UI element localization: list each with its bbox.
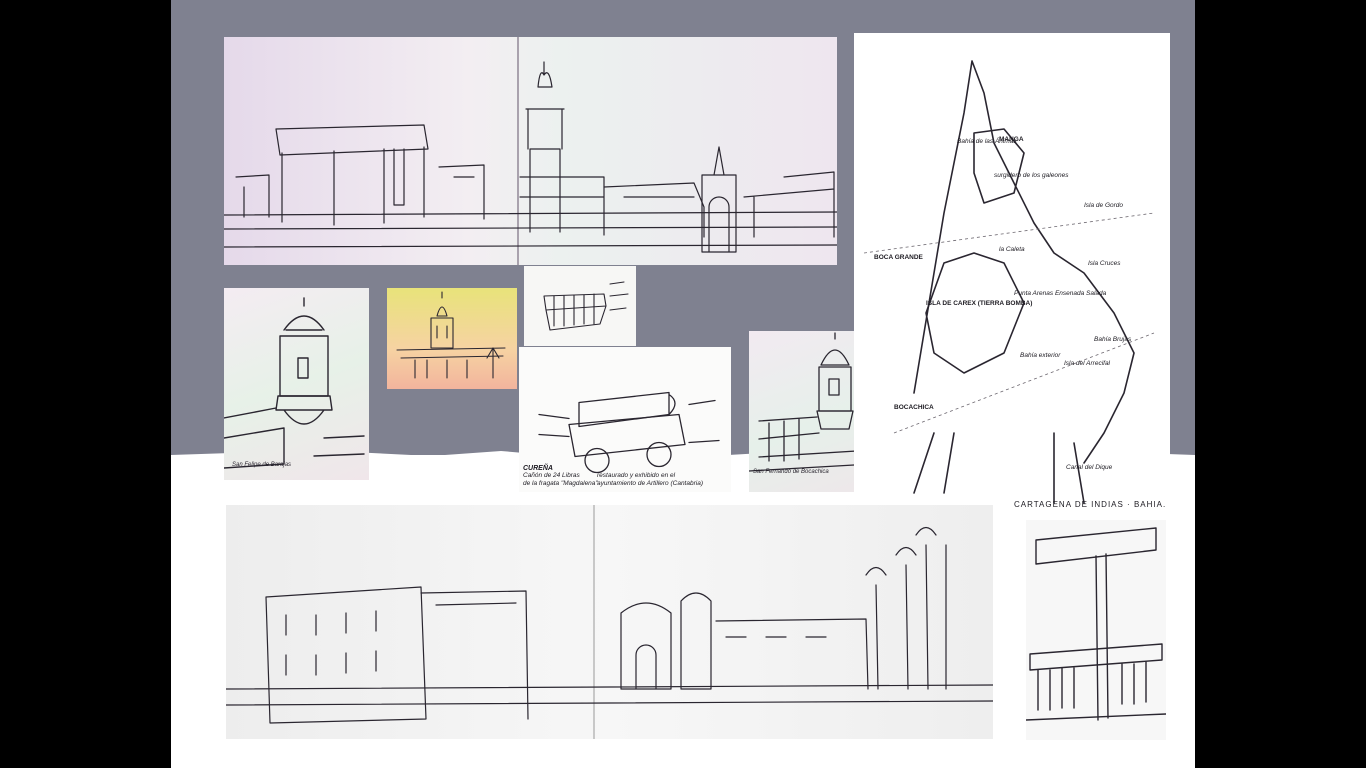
cannon-caption-title: CUREÑA [523, 465, 553, 472]
watchtower-caption: San Felipe de Barajas [232, 462, 291, 468]
map-label-isla-arrecifal: Isla del Arrecifal [1064, 360, 1110, 367]
map-label-punta-arenas: Punta Arenas Ensenada Salada [1014, 290, 1107, 297]
balcony-column-sketch [1026, 520, 1166, 740]
balcony-small-sketch [524, 266, 636, 346]
bay-map-sketch: Bahía de las Ánimas MANGA surgidero de l… [854, 33, 1170, 513]
map-label-boca-grande: BOCA GRANDE [874, 254, 923, 261]
mood-board: San Felipe de Barajas CUREÑA Cañón de 24… [171, 0, 1195, 768]
map-label-manga: MANGA [999, 136, 1024, 143]
map-label-bahia-exterior: Bahía exterior [1020, 352, 1061, 359]
cannon-carriage-sketch: CUREÑA Cañón de 24 Libras de la fragata … [519, 347, 731, 492]
cannon-caption-right2: ayuntamiento de Artillero (Cantabria) [597, 480, 703, 487]
map-label-isla-cruces: Isla Cruces [1088, 260, 1121, 267]
church-colour-sketch [387, 288, 517, 389]
map-label-isla-carex: ISLA DE CAREX (TIERRA BOMBA) [926, 300, 1033, 307]
map-label-la-caleta: la Caleta [999, 246, 1025, 253]
cannon-caption-line3: de la fragata "Magdalena" [523, 480, 598, 487]
map-title: CARTAGENA DE INDIAS · BAHIA. [1014, 500, 1167, 509]
map-label-isla-gordo: Isla de Gordo [1084, 202, 1124, 209]
map-label-canal-dique: Canal del Dique [1066, 464, 1113, 471]
map-label-bocachica: BOCACHICA [894, 404, 934, 411]
map-label-bahia-brujas: Bahía Brujas [1094, 336, 1132, 343]
panorama-sketch-clock-tower [224, 37, 837, 265]
cannon-caption-line2: Cañón de 24 Libras [523, 472, 580, 479]
panorama-sketch-colonial-street [226, 505, 993, 739]
garita-caption: San Fernando de Bocachica [753, 469, 829, 475]
map-label-surgidero: surgidero de los galeones [994, 172, 1069, 179]
cannon-caption-right1: restaurado y exhibido en el [597, 472, 676, 479]
watchtower-sketch: San Felipe de Barajas [224, 288, 369, 480]
